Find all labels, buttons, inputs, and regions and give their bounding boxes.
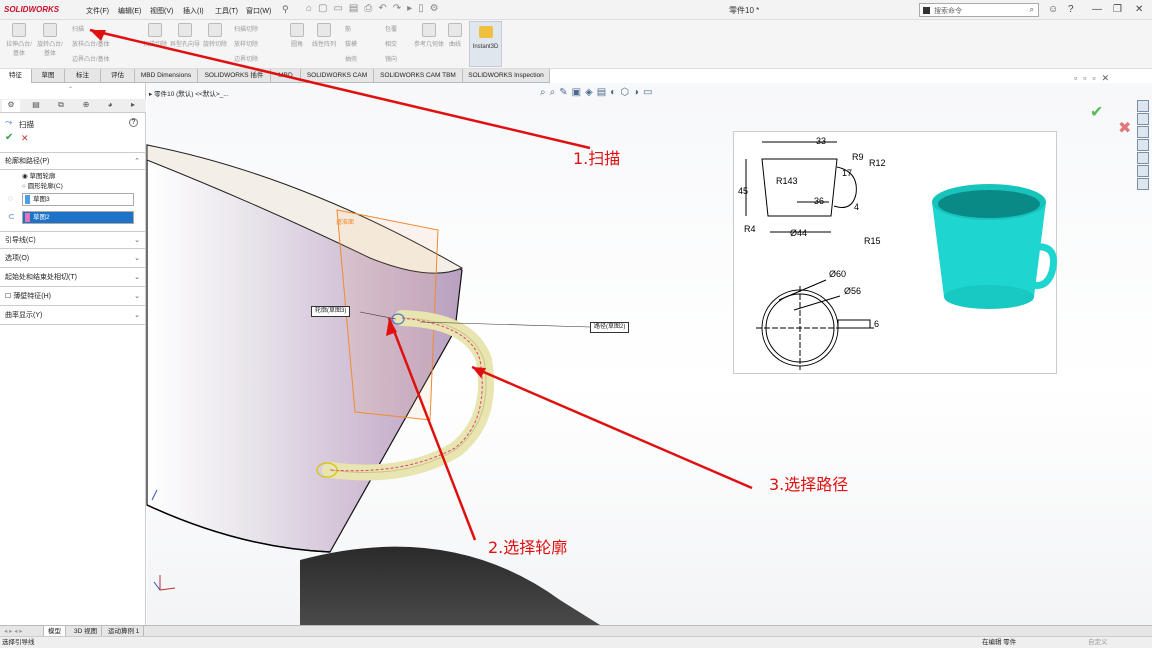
ok-button[interactable]: ✔ [5, 132, 13, 143]
panel-title: 扫描 [19, 120, 34, 129]
configuration-tab-icon[interactable]: ⧉ [52, 100, 70, 112]
profile-callout[interactable]: 轮廓(草图3) [311, 306, 351, 317]
triad-icon [159, 575, 176, 591]
property-manager: ⌃ ⚙ ▤ ⧉ ⊕ ◕ ▸ ⤳ 扫描 ? ✔ ✕ 轮廓和路径(P) ⌃ ◉ 草图轮… [0, 83, 146, 625]
dim-56: Ø56 [844, 286, 861, 296]
property-manager-tab-icon[interactable]: ▤ [27, 100, 45, 112]
task-pane[interactable] [1137, 100, 1152, 205]
dim-17: 17 [842, 168, 852, 178]
dimxpert-tab-icon[interactable]: ⊕ [77, 100, 95, 112]
feature-tree-flyout[interactable]: ▸ 零件10 (默认) <<默认>_... [149, 88, 229, 98]
expand-icon: ⌄ [134, 312, 140, 319]
checkbox-icon: ☐ [5, 293, 14, 300]
path-field[interactable]: 草图2 [22, 211, 134, 224]
feature-manager-tab-icon[interactable]: ⚙ [2, 100, 20, 112]
properties-icon [1137, 178, 1149, 190]
radio-sketch-profile[interactable]: ◉ 草图轮廓 [22, 170, 55, 180]
annotation-sweep: 1.扫描 [573, 149, 621, 168]
path-icon: ⊂ [8, 212, 15, 221]
reference-drawing: 33 45 R143 R9 R12 17 36 4 R4 Ø44 R15 Ø60… [733, 131, 1057, 374]
help-button[interactable]: ? [129, 118, 138, 127]
collapse-icon: ⌃ [134, 158, 140, 165]
view-window-controls[interactable]: ▫▫▫✕ [1074, 73, 1115, 84]
dim-36: 36 [814, 196, 824, 206]
reference-svg: 33 45 R143 R9 R12 17 36 4 R4 Ø44 R15 Ø60… [738, 136, 1057, 370]
expand-icon: ⌄ [134, 255, 140, 262]
dim-r12: R12 [869, 158, 886, 168]
sweep-icon: ⤳ [5, 117, 13, 127]
status-editing: 在编辑 零件 [982, 639, 1017, 646]
expand-icon: ⌄ [134, 237, 140, 244]
section-profile-path[interactable]: 轮廓和路径(P) ⌃ [0, 152, 146, 170]
expand-icon: ⌄ [134, 274, 140, 281]
path-callout[interactable]: 路径(草图2) [590, 322, 630, 333]
display-manager-tab-icon[interactable]: ◕ [101, 100, 119, 112]
resources-icon [1137, 100, 1149, 112]
dim-r143: R143 [776, 176, 798, 186]
annotation-select-profile: 2.选择轮廓 [488, 538, 568, 557]
dim-45: 45 [738, 186, 748, 196]
cup-shadow [300, 546, 600, 625]
status-bar: 选择引导线 在编辑 零件 自定义 [0, 636, 1152, 648]
profile-field[interactable]: 草图3 [22, 193, 134, 206]
heads-up-view-toolbar[interactable]: ⌕⌕✎▣◈▤◐⬡◑▭ [540, 87, 656, 98]
side-view-cup [761, 158, 838, 217]
rendered-cup-3d [932, 184, 1057, 309]
dim-6: 6 [874, 319, 879, 329]
annotation-select-path: 3.选择路径 [769, 475, 849, 494]
profile-icon: ◌ [8, 194, 13, 203]
section-guide-curves[interactable]: 引导线(C) ⌄ [0, 231, 146, 249]
dim-r4: R4 [744, 224, 756, 234]
dim-r9: R9 [852, 152, 864, 162]
library-icon [1137, 126, 1149, 138]
arrow-3 [471, 365, 753, 490]
cancel-button[interactable]: ✕ [21, 133, 29, 144]
explorer-icon [1137, 139, 1149, 151]
section-thin-feature[interactable]: ☐ 薄壁特征(H) ⌄ [0, 288, 146, 306]
dim-33: 33 [816, 136, 826, 146]
panel-collapse-icon[interactable]: ⌃ [68, 86, 73, 93]
section-curvature-display[interactable]: 曲率显示(Y) ⌄ [0, 307, 146, 325]
cancel-icon[interactable]: ✖ [1118, 118, 1131, 138]
view-palette-icon [1137, 152, 1149, 164]
section-tangency[interactable]: 起始处和结束处相切(T) ⌄ [0, 269, 146, 287]
radio-circular-profile[interactable]: ○ 圆形轮廓(C) [22, 180, 63, 190]
plane-label: 基准面 [336, 218, 354, 226]
section-options[interactable]: 选项(O) ⌄ [0, 250, 146, 268]
confirm-icon[interactable]: ✔ [1090, 102, 1103, 122]
dim-44: Ø44 [790, 228, 807, 238]
appearance-icon [1137, 165, 1149, 177]
dim-4: 4 [854, 202, 859, 212]
more-tabs-icon[interactable]: ▸ [124, 100, 142, 112]
panel-tabs: ⚙ ▤ ⧉ ⊕ ◕ ▸ [0, 99, 146, 113]
home-icon [1137, 113, 1149, 125]
dim-r15: R15 [864, 236, 881, 246]
model-tabs: ◂ ▸ ◂ ▸ 模型 3D 视图 运动算例 1 [0, 625, 1152, 637]
units-selector[interactable]: 自定义 [1088, 637, 1108, 649]
top-view-handle [837, 319, 871, 329]
dim-60: Ø60 [829, 269, 846, 279]
expand-icon: ⌄ [134, 293, 140, 300]
status-message: 选择引导线 [2, 639, 35, 646]
